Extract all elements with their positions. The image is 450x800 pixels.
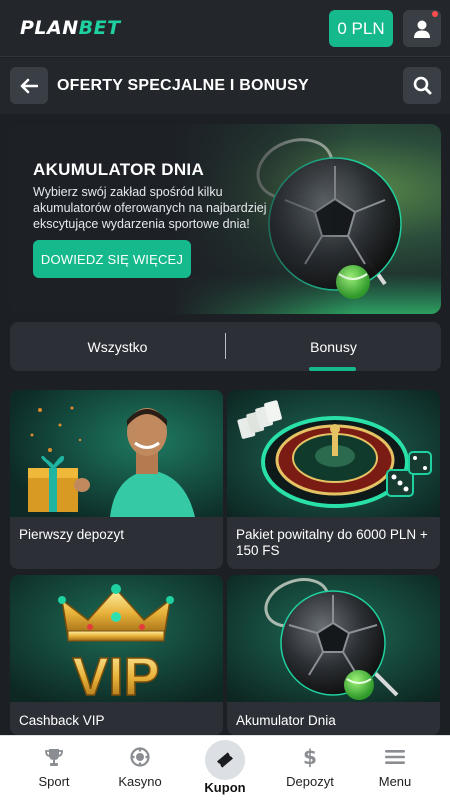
offer-card-akumulator[interactable]: Akumulator Dnia [227,575,440,735]
nav-label: Depozyt [286,774,334,789]
page-title: OFERTY SPECJALNE I BONUSY [57,77,309,94]
card-label: Pakiet powitalny do 6000 PLN + 150 FS [236,527,428,558]
card-label: Cashback VIP [19,713,105,728]
arrow-left-icon [20,78,38,93]
hero-description: Wybierz swój zakład spośród kilku akumul… [33,185,267,231]
offer-card-cashback-vip[interactable]: VIP Cashback VIP [10,575,223,735]
search-button[interactable] [403,67,441,104]
offer-card-first-deposit[interactable]: Pierwszy depozyt [10,390,223,569]
nav-menu[interactable]: Menu [350,736,440,800]
nav-sport[interactable]: Sport [9,736,99,800]
active-tab-indicator [309,367,356,371]
offer-card-welcome-package[interactable]: Pakiet powitalny do 6000 PLN + 150 FS [227,390,440,569]
logo-plan-text: PLAN [20,17,79,39]
offer-tabs: Wszystko Bonusy [10,322,441,371]
search-icon [413,76,431,95]
trophy-icon [45,749,63,766]
balance-button[interactable]: 0 PLN [329,10,393,47]
dollar-icon: $ [303,745,317,769]
tab-all[interactable]: Wszystko [10,322,225,371]
card-label: Akumulator Dnia [236,713,336,728]
top-bar: PLANBET 0 PLN [0,0,450,57]
nav-deposit[interactable]: $ Depozyt [265,736,355,800]
logo-bet-text: BET [78,17,121,39]
nav-coupon[interactable]: Kupon [180,736,270,800]
page-header: OFERTY SPECJALNE I BONUSY [0,58,450,114]
nav-label: Kupon [204,780,246,795]
tab-bonuses[interactable]: Bonusy [226,322,441,371]
card-label: Pierwszy depozyt [19,527,125,542]
hero-banner-akumulator[interactable]: AKUMULATOR DNIA Wybierz swój zakład spoś… [10,124,441,314]
football-art [227,575,440,702]
roulette-art [227,390,440,517]
first-deposit-art [10,390,223,517]
casino-chip-icon [130,747,150,767]
user-icon [414,20,430,38]
nav-casino[interactable]: Kasyno [95,736,185,800]
notification-dot [432,11,438,17]
learn-more-button[interactable]: DOWIEDZ SIĘ WIĘCEJ [33,240,191,278]
ticket-icon [217,752,233,768]
nav-label: Sport [38,774,70,789]
vip-art-text: VIP [72,647,159,702]
nav-label: Menu [378,774,412,789]
back-button[interactable] [10,67,48,104]
planbet-logo[interactable]: PLANBET [20,17,121,39]
bottom-navigation: Sport Kasyno Kupon $ Depozyt Menu [0,735,450,800]
vip-crown-art: VIP [10,575,223,702]
coupon-icon-circle [205,740,245,780]
hamburger-menu-icon [385,750,405,764]
hero-title: AKUMULATOR DNIA [33,160,205,179]
user-button[interactable] [403,10,441,47]
nav-label: Kasyno [118,774,162,789]
